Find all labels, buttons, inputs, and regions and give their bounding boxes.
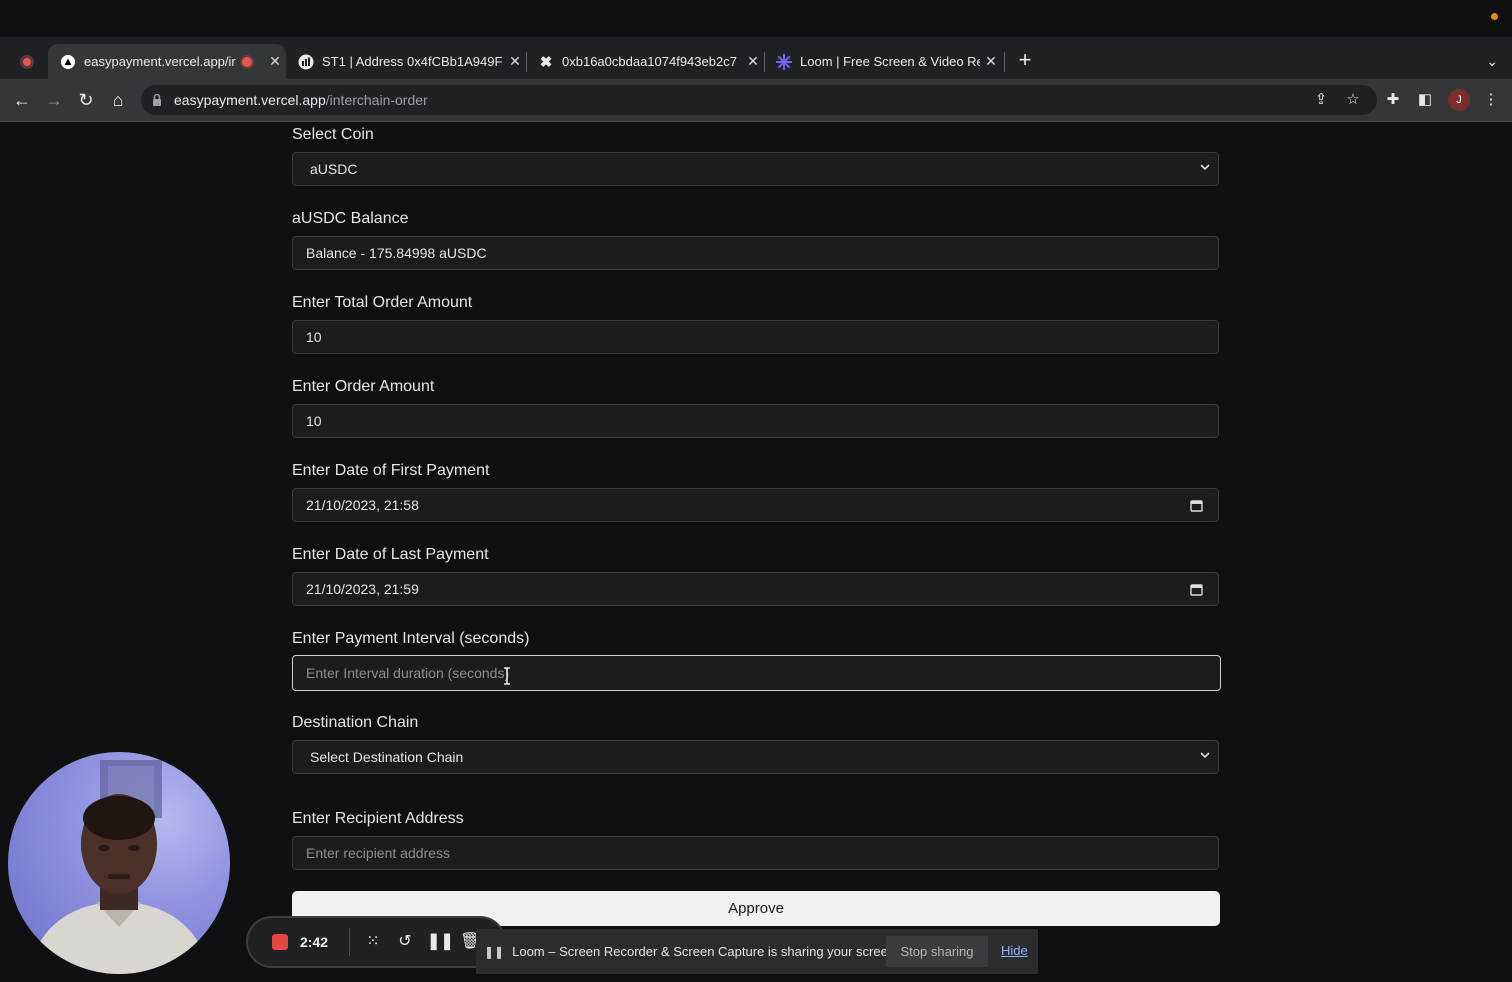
sharing-message: Loom – Screen Recorder & Screen Capture … [512,944,899,959]
controls-divider [349,928,350,956]
total-order-amount-input[interactable]: 10 [292,320,1219,354]
back-icon[interactable]: ← [10,88,34,112]
share-icon[interactable]: ⇪ [1310,89,1332,111]
first-payment-label: Enter Date of First Payment [292,462,490,479]
balance-value: Balance - 175.84998 aUSDC [306,245,487,261]
calendar-icon[interactable] [1190,499,1203,512]
forward-icon[interactable]: → [42,88,66,112]
url-host: easypayment.vercel.app [174,92,326,108]
squid-icon: ✖ [539,53,553,71]
kebab-menu-icon[interactable]: ⋮ [1480,89,1502,111]
balance-field: Balance - 175.84998 aUSDC [292,236,1219,270]
profile-avatar[interactable]: J [1448,89,1470,111]
select-coin-label: Select Coin [292,126,374,143]
close-icon[interactable]: ✕ [980,53,1002,70]
tab-divider [1004,52,1005,72]
select-coin-dropdown[interactable]: aUSDC [292,152,1219,186]
close-icon[interactable]: ✕ [504,53,526,70]
tab-title: 0xb16a0cbdaa1074f943eb2c7 [562,54,737,69]
hide-link[interactable]: Hide [1001,943,1028,958]
payment-interval-input[interactable]: Enter Interval duration (seconds) [292,655,1221,691]
order-amount-value: 10 [306,413,322,429]
destination-chain-value: Select Destination Chain [310,749,464,765]
chevron-down-icon [1200,752,1210,759]
tab-title: ST1 | Address 0x4fCBb1A949F [322,54,503,69]
recording-timer: 2:42 [300,934,329,950]
side-panel-icon[interactable]: ◧ [1414,89,1436,111]
recipient-address-input[interactable]: Enter recipient address [292,836,1219,870]
tab-title: Loom | Free Screen & Video Re [800,54,980,69]
recording-indicator-icon [20,55,34,69]
first-payment-value: 21/10/2023, 21:58 [306,497,419,513]
restart-icon[interactable]: ↺ [395,932,415,952]
bookmark-star-icon[interactable]: ☆ [1342,89,1364,111]
last-payment-label: Enter Date of Last Payment [292,546,489,563]
total-order-amount-value: 10 [306,329,322,345]
recipient-address-placeholder: Enter recipient address [306,845,450,861]
recipient-address-label: Enter Recipient Address [292,810,464,827]
drag-handle-icon[interactable]: ⁙ [363,932,383,952]
recording-status-dot [1491,13,1498,20]
home-icon[interactable]: ⌂ [106,88,130,112]
webcam-bubble[interactable] [8,752,230,974]
tab-easypayment[interactable]: easypayment.vercel.app/ir ✕ [48,44,286,79]
close-icon[interactable]: ✕ [264,53,286,70]
last-payment-value: 21/10/2023, 21:59 [306,581,419,597]
calendar-icon[interactable] [1190,583,1203,596]
url-text[interactable]: easypayment.vercel.app/interchain-order [174,92,428,108]
stop-sharing-button[interactable]: Stop sharing [886,936,988,967]
payment-interval-placeholder: Enter Interval duration (seconds) [306,665,510,681]
lock-icon [153,93,161,106]
order-amount-input[interactable]: 10 [292,404,1219,438]
etherscan-icon [298,54,314,70]
select-coin-value: aUSDC [310,161,358,177]
extensions-puzzle-icon[interactable]: ✚ [1382,89,1404,111]
close-icon[interactable]: ✕ [742,53,764,70]
destination-chain-label: Destination Chain [292,714,419,731]
text-cursor-icon [504,667,510,685]
first-payment-datetime-input[interactable]: 21/10/2023, 21:58 [292,488,1219,522]
tab-title: easypayment.vercel.app/ir [84,54,236,69]
tab-etherscan[interactable]: ST1 | Address 0x4fCBb1A949F ✕ [286,44,526,79]
payment-interval-label: Enter Payment Interval (seconds) [292,630,530,647]
tab-squid[interactable]: ✖ 0xb16a0cbdaa1074f943eb2c7 ✕ [526,44,764,79]
chevron-down-icon [1200,164,1210,171]
destination-chain-dropdown[interactable]: Select Destination Chain [292,740,1219,774]
menu-bar [0,0,1512,37]
order-amount-label: Enter Order Amount [292,378,435,395]
screen-sharing-bar: ❚❚ Loom – Screen Recorder & Screen Captu… [476,929,1038,974]
stop-recording-button[interactable] [272,934,288,950]
total-order-amount-label: Enter Total Order Amount [292,294,473,311]
loom-icon [776,53,792,70]
vercel-triangle-icon [60,54,76,70]
presenter-video [28,760,210,974]
pause-icon[interactable]: ❚❚ [427,932,454,952]
balance-label: aUSDC Balance [292,210,409,227]
sharing-grip-icon: ❚❚ [484,944,505,959]
tab-loom[interactable]: Loom | Free Screen & Video Re ✕ [764,44,1002,79]
reload-icon[interactable]: ↻ [74,88,98,112]
tab-search-chevron-icon[interactable]: ⌄ [1486,53,1498,70]
url-path: /interchain-order [325,92,428,108]
last-payment-datetime-input[interactable]: 21/10/2023, 21:59 [292,572,1219,606]
new-tab-button[interactable]: + [1014,49,1036,72]
tab-recording-icon [240,54,254,69]
